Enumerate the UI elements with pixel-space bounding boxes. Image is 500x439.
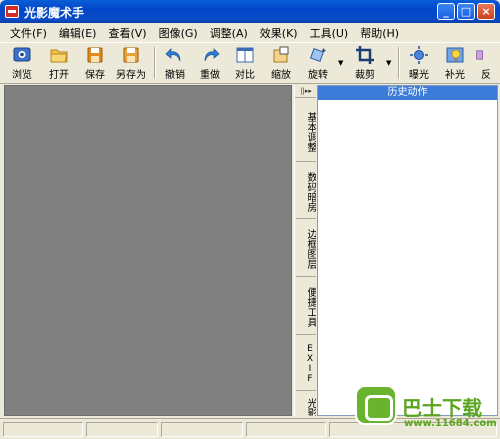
title-bar: 光影魔术手 _ □ ×: [0, 0, 500, 23]
tab-exif[interactable]: EXIF: [296, 335, 316, 391]
rotate-dropdown-icon[interactable]: ▼: [338, 59, 343, 67]
menu-view[interactable]: 查看(V): [102, 25, 152, 41]
toolbar: 浏览 打开 保存 另存为 撤销 重做 对比 缩放 旋转 ▼ 裁剪 ▼ 曝光 补光…: [0, 42, 500, 84]
rotate-icon: [309, 47, 326, 63]
window-title: 光影魔术手: [24, 6, 85, 20]
watermark-logo-icon: [355, 385, 397, 425]
menu-effects[interactable]: 效果(K): [254, 25, 304, 41]
lightbulb-icon: [446, 47, 464, 63]
rotate-button[interactable]: 旋转: [303, 45, 333, 83]
status-cell: [161, 422, 243, 437]
invert-label: 反: [481, 70, 491, 81]
undo-label: 撤销: [165, 70, 185, 81]
save-as-button[interactable]: 另存为: [113, 45, 149, 83]
image-canvas[interactable]: [4, 85, 292, 416]
minimize-button[interactable]: _: [437, 3, 455, 20]
browse-icon: [13, 47, 31, 62]
toolbar-separator: [154, 47, 156, 79]
save-as-icon: [123, 47, 139, 63]
tab-frame-layer[interactable]: 边框图层: [296, 219, 316, 277]
crop-icon: [356, 46, 374, 64]
undo-arrow-icon: [165, 48, 181, 62]
close-button[interactable]: ×: [477, 3, 495, 20]
tab-quick-tools[interactable]: 便捷工具: [296, 277, 316, 335]
toolbar-separator: [398, 47, 400, 79]
undo-button[interactable]: 撤销: [160, 45, 190, 83]
folder-icon: [50, 49, 68, 63]
app-logo-icon: [5, 5, 19, 18]
invert-button[interactable]: 反: [474, 45, 498, 83]
redo-arrow-icon: [204, 48, 220, 62]
zoom-icon: [273, 46, 289, 63]
history-panel-header: 历史动作: [318, 86, 497, 100]
redo-label: 重做: [200, 70, 220, 81]
browse-button[interactable]: 浏览: [6, 45, 38, 83]
open-button[interactable]: 打开: [44, 45, 74, 83]
panel-collapse-button[interactable]: ||▸▸: [295, 85, 316, 98]
invert-icon: [476, 50, 483, 60]
zoom-button[interactable]: 缩放: [266, 45, 296, 83]
menu-edit[interactable]: 编辑(E): [53, 25, 103, 41]
rotate-label: 旋转: [308, 70, 328, 81]
crop-dropdown-icon[interactable]: ▼: [386, 59, 391, 67]
browse-label: 浏览: [12, 70, 32, 81]
menu-bar: 文件(F) 编辑(E) 查看(V) 图像(G) 调整(A) 效果(K) 工具(U…: [0, 23, 500, 42]
status-cell: [246, 422, 326, 437]
menu-image[interactable]: 图像(G): [153, 25, 204, 41]
status-cell: [86, 422, 158, 437]
watermark-url: www.11684.com: [404, 418, 497, 429]
maximize-button[interactable]: □: [457, 3, 475, 20]
crop-label: 裁剪: [355, 70, 375, 81]
status-cell: [3, 422, 83, 437]
tab-basic-adjust[interactable]: 基本调整: [296, 99, 316, 162]
menu-help[interactable]: 帮助(H): [354, 25, 405, 41]
compare-icon: [236, 47, 254, 63]
save-disk-icon: [87, 47, 103, 63]
watermark-name: 巴士下载: [402, 396, 482, 420]
exposure-label: 曝光: [409, 70, 429, 81]
menu-file[interactable]: 文件(F): [4, 25, 53, 41]
sun-icon: [410, 46, 428, 64]
exposure-button[interactable]: 曝光: [404, 45, 434, 83]
save-label: 保存: [85, 70, 105, 81]
side-tab-strip: ||▸▸ 基本调整 数码暗房 边框图层 便捷工具 EXIF 光影: [294, 85, 316, 416]
crop-button[interactable]: 裁剪: [350, 45, 380, 83]
save-as-label: 另存为: [116, 70, 146, 81]
save-button[interactable]: 保存: [80, 45, 110, 83]
open-label: 打开: [49, 70, 69, 81]
fill-light-label: 补光: [445, 70, 465, 81]
zoom-label: 缩放: [271, 70, 291, 81]
fill-light-button[interactable]: 补光: [440, 45, 470, 83]
menu-tools[interactable]: 工具(U): [304, 25, 355, 41]
redo-button[interactable]: 重做: [195, 45, 225, 83]
tab-digital-darkroom[interactable]: 数码暗房: [296, 162, 316, 219]
compare-label: 对比: [235, 70, 255, 81]
compare-button[interactable]: 对比: [230, 45, 260, 83]
tab-light[interactable]: 光影: [296, 391, 316, 417]
menu-adjust[interactable]: 调整(A): [204, 25, 254, 41]
